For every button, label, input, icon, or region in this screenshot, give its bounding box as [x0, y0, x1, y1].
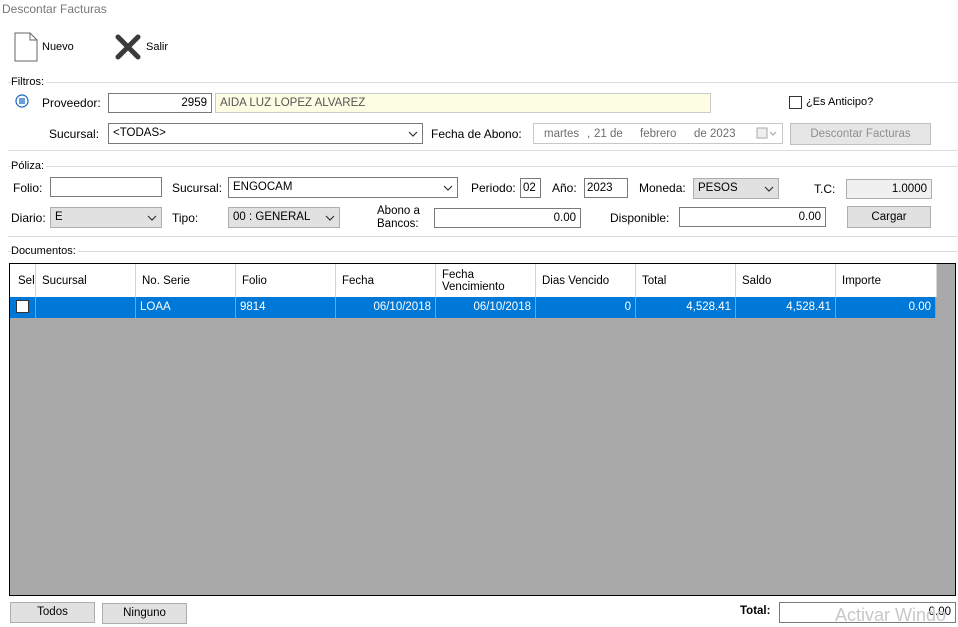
- folio-input[interactable]: [50, 177, 162, 197]
- moneda-label: Moneda:: [639, 181, 686, 195]
- poliza-sucursal-label: Sucursal:: [172, 181, 223, 195]
- fecha-month: febrero: [640, 128, 677, 140]
- table-row[interactable]: LOAA 9814 06/10/2018 06/10/2018 0 4,528.…: [10, 297, 936, 318]
- documentos-group-label: Documentos:: [11, 245, 78, 257]
- fecha-day: 21 de: [594, 128, 623, 140]
- sucursal-label: Sucursal:: [49, 127, 100, 141]
- row-dias-vencido: 0: [536, 297, 636, 318]
- sucursal-select-value: <TODAS>: [113, 127, 166, 139]
- col-saldo[interactable]: Saldo: [736, 264, 836, 297]
- chevron-down-icon: [408, 131, 418, 137]
- col-no-serie[interactable]: No. Serie: [136, 264, 236, 297]
- row-no-serie: LOAA: [136, 297, 236, 318]
- disponible-field: 0.00: [679, 207, 826, 227]
- documentos-group-border: [8, 251, 958, 252]
- row-total: 4,528.41: [636, 297, 736, 318]
- diario-select[interactable]: E: [50, 207, 162, 228]
- tc-label: T.C:: [814, 182, 836, 196]
- col-fecha-venc-line1: Fecha: [442, 268, 474, 281]
- filtros-group-border: [8, 82, 958, 83]
- row-checkbox-box[interactable]: [16, 300, 29, 313]
- anticipo-checkbox-box[interactable]: [789, 96, 802, 109]
- anio-input[interactable]: 2023: [584, 178, 628, 198]
- chevron-down-icon: [325, 215, 335, 221]
- diario-label: Diario:: [11, 211, 46, 225]
- fecha-abono-picker[interactable]: martes , 21 de febrero de 2023: [533, 123, 783, 144]
- new-document-icon: [14, 32, 38, 62]
- proveedor-label: Proveedor:: [42, 96, 101, 110]
- ninguno-button[interactable]: Ninguno: [102, 603, 187, 624]
- tipo-select[interactable]: 00 : GENERAL: [228, 207, 340, 228]
- disponible-label: Disponible:: [610, 211, 670, 225]
- descontar-facturas-button[interactable]: Descontar Facturas: [790, 123, 931, 145]
- activation-watermark: Activar Windo: [835, 605, 947, 625]
- row-importe[interactable]: 0.00: [836, 297, 936, 318]
- cargar-button[interactable]: Cargar: [847, 206, 931, 228]
- provider-list-icon[interactable]: [15, 94, 29, 108]
- tc-field: 1.0000: [846, 179, 932, 199]
- col-total[interactable]: Total: [636, 264, 736, 297]
- row-sucursal: [36, 297, 136, 318]
- periodo-label: Periodo:: [471, 181, 516, 195]
- fecha-weekday: martes: [544, 128, 580, 140]
- new-button-label: Nuevo: [42, 41, 74, 53]
- proveedor-name-field: AIDA LUZ LOPEZ ALVAREZ: [215, 93, 711, 113]
- window-title: Descontar Facturas: [2, 2, 107, 16]
- abono-label-line2: Bancos:: [377, 218, 419, 230]
- chevron-down-icon: [764, 186, 774, 192]
- calendar-dropdown-icon[interactable]: [756, 127, 778, 140]
- fecha-abono-label: Fecha de Abono:: [431, 127, 522, 141]
- grid-header: Sel Sucursal No. Serie Folio Fecha Fecha…: [10, 264, 937, 297]
- col-sel[interactable]: Sel: [10, 264, 36, 297]
- row-saldo: 4,528.41: [736, 297, 836, 318]
- periodo-input[interactable]: 02: [520, 178, 541, 198]
- tipo-value: 00 : GENERAL: [233, 211, 311, 223]
- diario-value: E: [55, 211, 63, 223]
- col-fecha-venc-line2: Vencimiento: [442, 280, 505, 293]
- poliza-group-border: [8, 166, 958, 167]
- exit-button-label: Salir: [146, 41, 169, 53]
- poliza-sucursal-select[interactable]: ENGOCAM: [228, 177, 458, 198]
- abono-bancos-input[interactable]: 0.00: [434, 208, 581, 228]
- moneda-value: PESOS: [698, 182, 738, 194]
- proveedor-code-input[interactable]: 2959: [108, 93, 212, 113]
- new-button[interactable]: Nuevo: [12, 32, 82, 62]
- exit-button[interactable]: Salir: [114, 33, 174, 61]
- chevron-down-icon: [443, 185, 453, 191]
- row-fecha: 06/10/2018: [336, 297, 436, 318]
- col-folio[interactable]: Folio: [236, 264, 336, 297]
- folio-label: Folio:: [13, 181, 43, 195]
- col-dias-vencido[interactable]: Dias Vencido: [536, 264, 636, 297]
- poliza-group-bottom: [8, 236, 958, 237]
- anio-label: Año:: [552, 181, 577, 195]
- documentos-grid[interactable]: Sel Sucursal No. Serie Folio Fecha Fecha…: [9, 263, 956, 596]
- anticipo-checkbox[interactable]: ¿Es Anticipo?: [789, 96, 899, 110]
- close-x-icon: [115, 34, 141, 60]
- row-select-checkbox[interactable]: [10, 297, 36, 318]
- poliza-sucursal-value: ENGOCAM: [233, 181, 293, 193]
- todos-button[interactable]: Todos: [10, 602, 95, 623]
- row-fecha-vencimiento: 06/10/2018: [436, 297, 536, 318]
- fecha-year: de 2023: [694, 128, 736, 140]
- col-sucursal[interactable]: Sucursal: [36, 264, 136, 297]
- tipo-label: Tipo:: [172, 211, 199, 225]
- col-fecha[interactable]: Fecha: [336, 264, 436, 297]
- col-fecha-vencimiento[interactable]: Fecha Vencimiento: [436, 264, 536, 297]
- moneda-select[interactable]: PESOS: [693, 178, 779, 199]
- chevron-down-icon: [147, 215, 157, 221]
- row-folio: 9814: [236, 297, 336, 318]
- sucursal-select[interactable]: <TODAS>: [108, 123, 423, 144]
- abono-label-line1: Abono a: [377, 205, 420, 217]
- anticipo-label: ¿Es Anticipo?: [806, 96, 874, 108]
- poliza-group-label: Póliza:: [11, 160, 47, 172]
- total-label: Total:: [740, 605, 771, 617]
- filtros-group-bottom: [8, 150, 958, 151]
- filtros-group-label: Filtros:: [11, 76, 46, 88]
- col-importe[interactable]: Importe: [836, 264, 937, 297]
